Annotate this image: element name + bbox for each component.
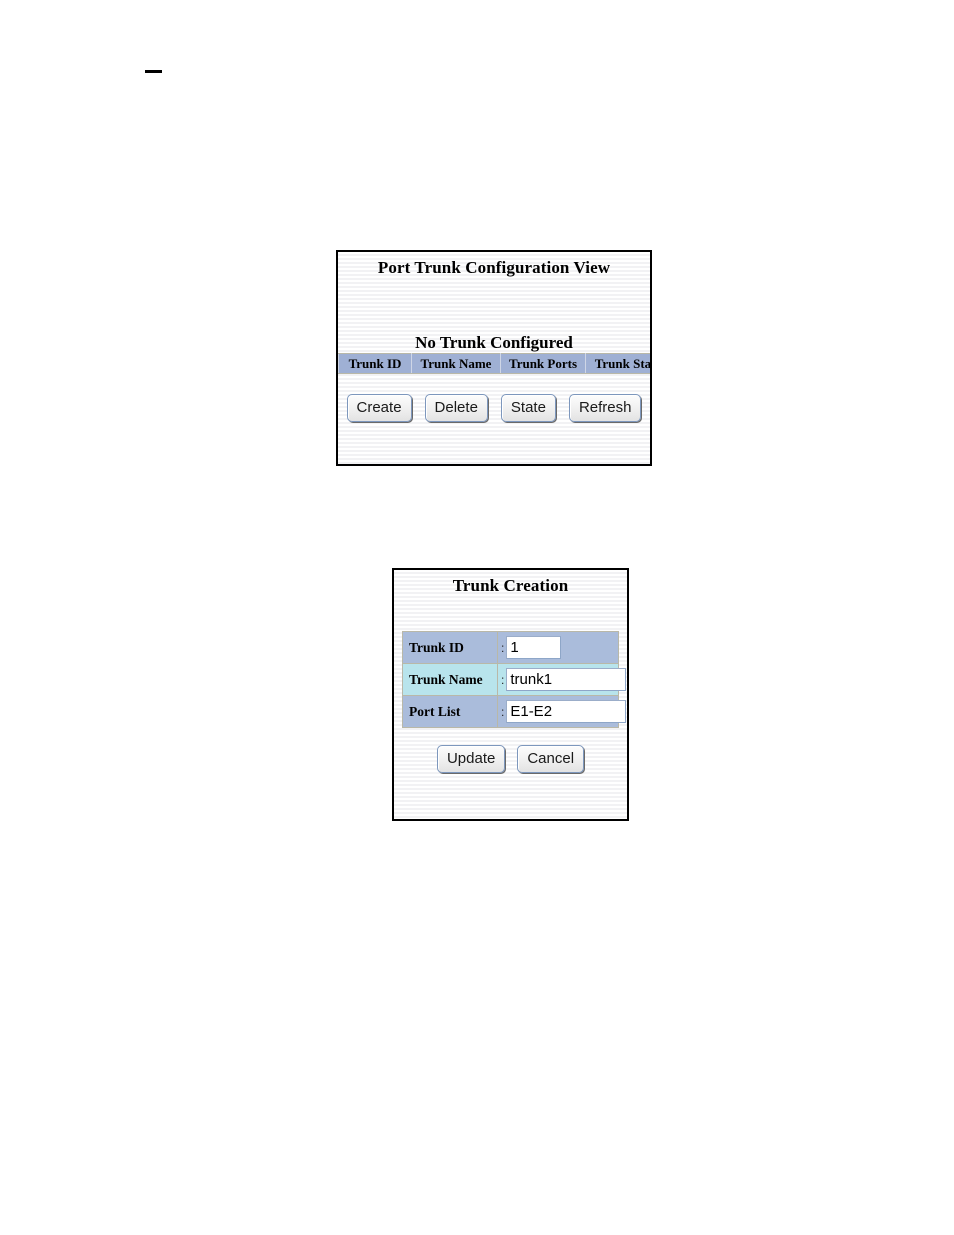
trunk-id-input[interactable] [506, 636, 562, 659]
trunk-creation-panel: Trunk Creation Trunk ID : Trunk Name : [392, 568, 629, 821]
update-button[interactable]: Update [436, 745, 506, 773]
panel-spacer [338, 278, 650, 333]
create-button[interactable]: Create [346, 394, 412, 422]
cancel-button[interactable]: Cancel [517, 745, 585, 773]
column-header-trunk-state[interactable]: Trunk State [585, 353, 650, 374]
trunk-creation-button-row: Update Cancel [394, 745, 627, 773]
value-cell-trunk-name: : [497, 663, 627, 696]
trunk-name-input[interactable] [506, 668, 627, 691]
panel-spacer [394, 596, 627, 631]
value-cell-trunk-id: : [497, 631, 619, 664]
trunk-creation-form: Trunk ID : Trunk Name : [402, 631, 627, 728]
state-button[interactable]: State [500, 394, 556, 422]
value-wrap: : [501, 700, 627, 723]
colon-separator: : [501, 640, 505, 655]
column-header-trunk-ports[interactable]: Trunk Ports [500, 353, 586, 374]
value-wrap: : [501, 668, 627, 691]
value-wrap: : [501, 636, 618, 659]
port-trunk-configuration-view-panel: Port Trunk Configuration View No Trunk C… [336, 250, 652, 466]
no-trunk-configured-status: No Trunk Configured [415, 333, 573, 352]
label-trunk-name: Trunk Name [402, 663, 498, 696]
port-list-input[interactable] [506, 700, 627, 723]
trunk-table: Trunk ID Trunk Name Trunk Ports Trunk St… [338, 353, 650, 374]
form-row-port-list: Port List : [402, 695, 627, 728]
page-dash-mark [145, 70, 162, 73]
trunk-creation-title: Trunk Creation [452, 576, 569, 595]
form-row-trunk-name: Trunk Name : [402, 663, 627, 696]
delete-button[interactable]: Delete [424, 394, 488, 422]
column-header-trunk-name[interactable]: Trunk Name [411, 353, 501, 374]
refresh-button[interactable]: Refresh [568, 394, 642, 422]
label-port-list: Port List [402, 695, 498, 728]
trunk-view-button-row: Create Delete State Refresh [338, 394, 650, 422]
colon-separator: : [501, 672, 505, 687]
column-header-trunk-id[interactable]: Trunk ID [338, 353, 412, 374]
colon-separator: : [501, 704, 505, 719]
label-trunk-id: Trunk ID [402, 631, 498, 664]
form-row-trunk-id: Trunk ID : [402, 631, 619, 664]
page-title: Port Trunk Configuration View [377, 258, 611, 277]
value-cell-port-list: : [497, 695, 627, 728]
trunk-table-header-row: Trunk ID Trunk Name Trunk Ports Trunk St… [338, 353, 650, 374]
